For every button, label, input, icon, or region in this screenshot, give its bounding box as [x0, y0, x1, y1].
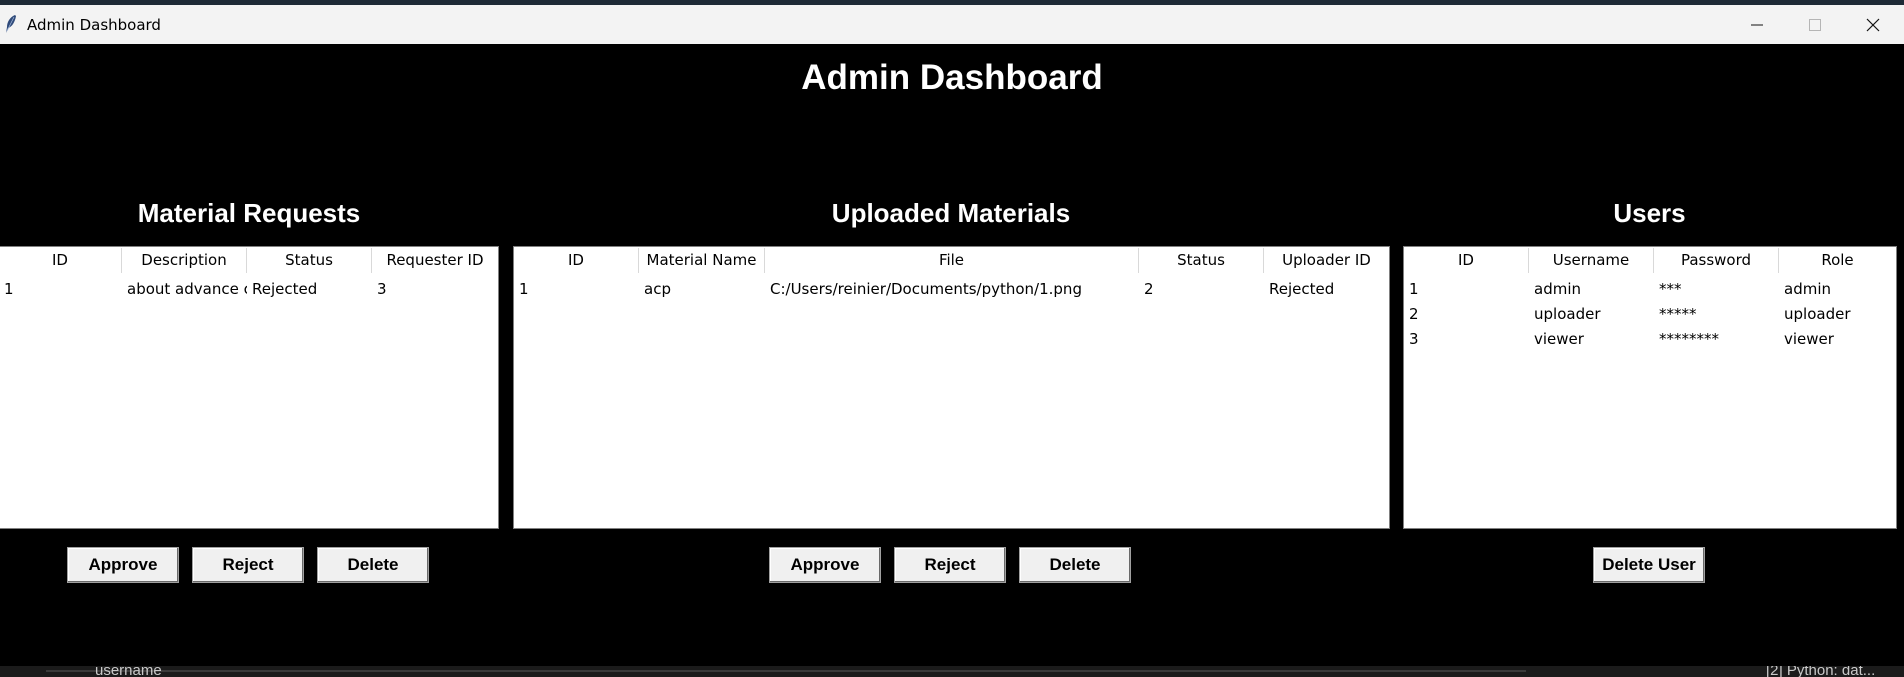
column-header-uploader-id[interactable]: Uploader ID: [1264, 248, 1389, 273]
column-header-description[interactable]: Description: [122, 248, 247, 273]
cell-requester-id: 3: [377, 280, 387, 298]
column-header-status[interactable]: Status: [1139, 248, 1264, 273]
cell-id: 3: [1409, 330, 1419, 348]
approve-request-button[interactable]: Approve: [67, 547, 179, 583]
material-requests-title: Material Requests: [137, 198, 361, 228]
minimize-icon: [1751, 24, 1763, 25]
column-header-requester-id[interactable]: Requester ID: [372, 248, 498, 273]
close-button[interactable]: [1844, 5, 1902, 44]
column-header-material-name[interactable]: Material Name: [639, 248, 765, 273]
column-header-password[interactable]: Password: [1654, 248, 1779, 273]
cell-status: Rejected: [252, 280, 318, 298]
table-row[interactable]: 1 about advance cc Rejected 3: [0, 277, 498, 302]
maximize-icon: [1809, 18, 1821, 31]
column-header-file[interactable]: File: [765, 248, 1139, 273]
cell-id: 2: [1409, 305, 1419, 323]
table-row[interactable]: 1 acp C:/Users/reinier/Documents/python/…: [514, 277, 1389, 302]
cell-status: 2: [1144, 280, 1154, 298]
cell-username: uploader: [1534, 305, 1601, 323]
taskbar-item-left[interactable]: username: [95, 666, 162, 677]
cell-username: admin: [1534, 280, 1581, 298]
table-row[interactable]: 3 viewer ******** viewer: [1404, 327, 1896, 352]
taskbar: username [2] Python: dat...: [0, 666, 1904, 677]
column-header-id[interactable]: ID: [1404, 248, 1529, 273]
table-row[interactable]: 1 admin *** admin: [1404, 277, 1896, 302]
approve-material-button[interactable]: Approve: [769, 547, 881, 583]
table-header: ID Username Password Role: [1404, 248, 1896, 273]
material-requests-table[interactable]: ID Description Status Requester ID 1 abo…: [0, 246, 499, 529]
cell-role: uploader: [1784, 305, 1851, 323]
cell-password: ********: [1659, 330, 1719, 348]
column-header-id[interactable]: ID: [0, 248, 122, 273]
window-title: Admin Dashboard: [27, 16, 161, 34]
taskbar-divider: [46, 670, 1526, 672]
cell-username: viewer: [1534, 330, 1584, 348]
minimize-button[interactable]: [1728, 5, 1786, 44]
cell-id: 1: [1409, 280, 1419, 298]
uploaded-materials-title: Uploaded Materials: [831, 198, 1071, 228]
table-header: ID Material Name File Status Uploader ID: [514, 248, 1389, 273]
cell-material-name: acp: [644, 280, 671, 298]
cell-role: viewer: [1784, 330, 1834, 348]
delete-material-button[interactable]: Delete: [1019, 547, 1131, 583]
page-title: Admin Dashboard: [801, 58, 1103, 97]
column-header-username[interactable]: Username: [1529, 248, 1654, 273]
cell-description: about advance cc: [127, 280, 247, 298]
table-header: ID Description Status Requester ID: [0, 248, 498, 273]
taskbar-item-right[interactable]: [2] Python: dat...: [1766, 666, 1875, 677]
cell-password: *****: [1659, 305, 1697, 323]
maximize-button[interactable]: [1786, 5, 1844, 44]
delete-user-button[interactable]: Delete User: [1593, 547, 1705, 583]
cell-role: admin: [1784, 280, 1831, 298]
users-title: Users: [1613, 198, 1686, 228]
feather-icon: [6, 15, 16, 33]
column-header-id[interactable]: ID: [514, 248, 639, 273]
column-header-status[interactable]: Status: [247, 248, 372, 273]
reject-request-button[interactable]: Reject: [192, 547, 304, 583]
users-table[interactable]: ID Username Password Role 1 admin *** ad…: [1403, 246, 1897, 529]
cell-file: C:/Users/reinier/Documents/python/1.png: [770, 280, 1082, 298]
close-icon: [1866, 18, 1880, 31]
window-titlebar[interactable]: Admin Dashboard: [0, 5, 1904, 44]
delete-request-button[interactable]: Delete: [317, 547, 429, 583]
cell-id: 1: [519, 280, 529, 298]
uploaded-materials-table[interactable]: ID Material Name File Status Uploader ID…: [513, 246, 1390, 529]
cell-uploader-id: Rejected: [1269, 280, 1335, 298]
reject-material-button[interactable]: Reject: [894, 547, 1006, 583]
table-row[interactable]: 2 uploader ***** uploader: [1404, 302, 1896, 327]
column-header-role[interactable]: Role: [1779, 248, 1896, 273]
cell-id: 1: [4, 280, 14, 298]
cell-password: ***: [1659, 280, 1682, 298]
